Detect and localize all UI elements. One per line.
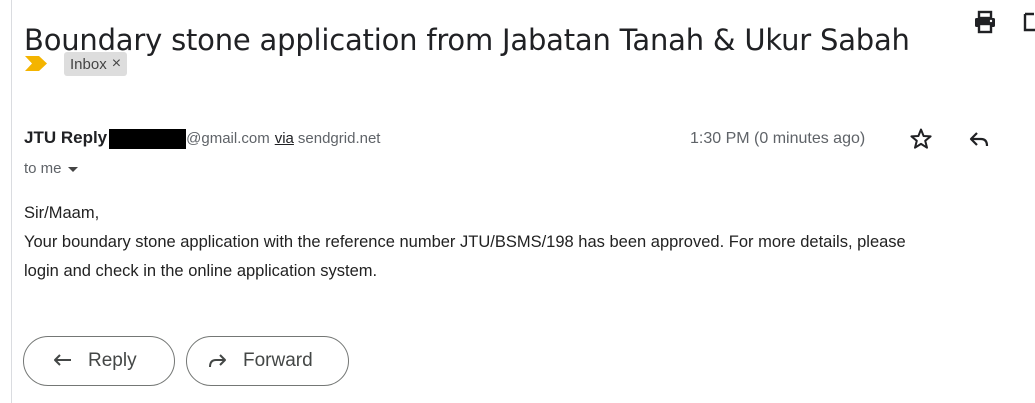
sender-info: JTU Reply @gmail.com via sendgrid.net (24, 128, 381, 149)
body-line: Your boundary stone application with the… (24, 233, 906, 251)
via-link[interactable]: via (275, 130, 294, 147)
open-in-new-window-icon[interactable] (1022, 10, 1035, 34)
via-domain: sendgrid.net (297, 130, 381, 147)
label-chip-text: Inbox (70, 55, 107, 73)
star-icon[interactable] (909, 127, 933, 151)
sender-name[interactable]: JTU Reply (24, 128, 107, 148)
reply-button-label: Reply (88, 350, 137, 371)
remove-label-button[interactable]: × (112, 55, 121, 73)
label-chip-inbox: Inbox × (64, 52, 128, 76)
reply-icon[interactable] (968, 130, 990, 150)
recipient-details-toggle[interactable]: to me (24, 160, 78, 177)
reply-button[interactable]: Reply (23, 336, 175, 386)
forward-button-label: Forward (243, 350, 313, 371)
recipient-text: to me (24, 160, 62, 177)
email-body: Sir/Maam, Your boundary stone applicatio… (24, 199, 1034, 286)
print-icon[interactable] (972, 10, 998, 34)
importance-marker-icon[interactable] (24, 55, 48, 72)
reply-icon (54, 354, 71, 366)
body-line: login and check in the online applicatio… (24, 262, 378, 280)
message-timestamp: 1:30 PM (0 minutes ago) (690, 130, 866, 147)
sender-email: @gmail.com (186, 130, 270, 147)
body-greeting: Sir/Maam, (24, 204, 100, 222)
forward-icon (209, 354, 226, 368)
pane-divider (11, 0, 12, 403)
chevron-down-icon (67, 166, 78, 172)
email-view: Boundary stone application from Jabatan … (0, 0, 1035, 403)
email-subject: Boundary stone application from Jabatan … (24, 23, 910, 58)
forward-button[interactable]: Forward (186, 336, 349, 386)
redacted-email-block (109, 129, 187, 149)
